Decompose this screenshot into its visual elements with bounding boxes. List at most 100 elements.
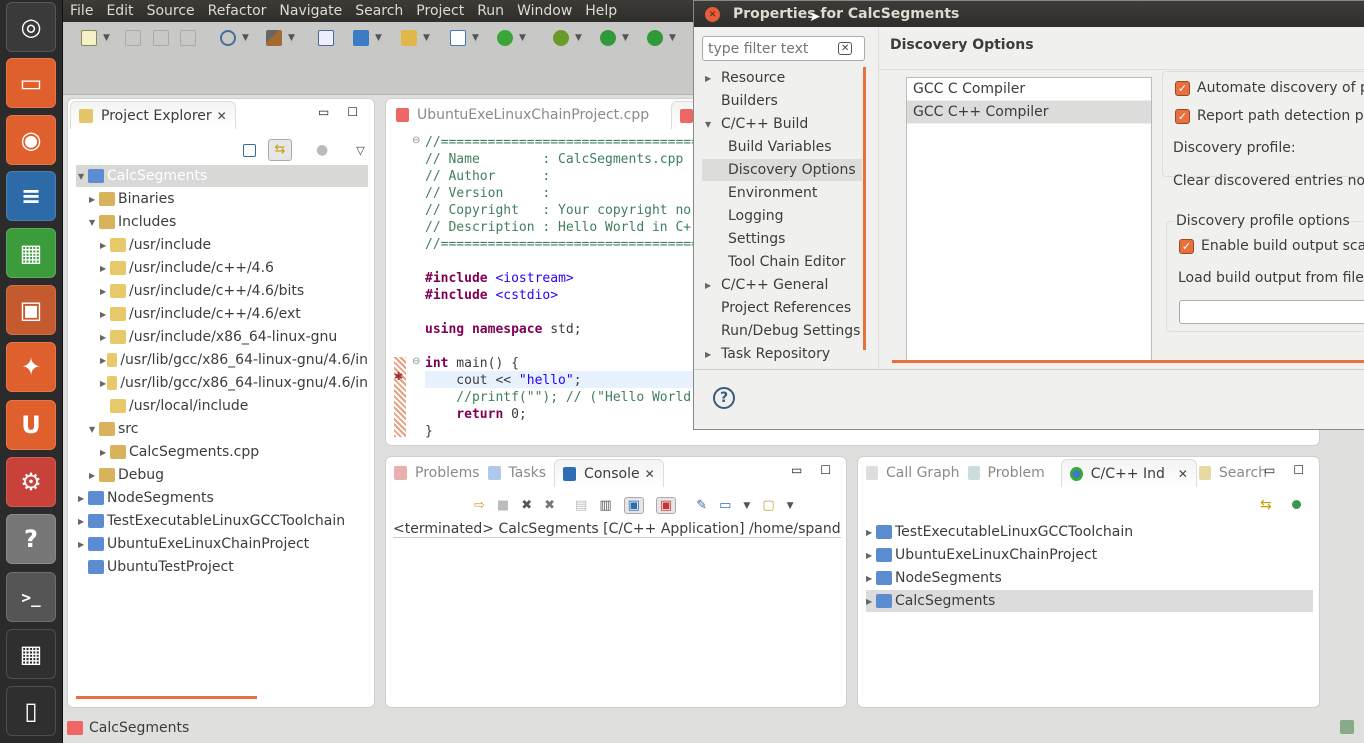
index-tree-item[interactable]: ▶ NodeSegments (866, 567, 1313, 589)
build-button[interactable]: ▼ (266, 28, 295, 48)
filters-icon[interactable]: ● (316, 142, 328, 158)
scroll-lock-icon[interactable]: ▥ (599, 498, 611, 513)
breakpoint-bug-icon[interactable]: ✱ (394, 370, 403, 383)
minimize-icon[interactable]: ▭ (318, 105, 329, 119)
nav-item[interactable]: Discovery Options (702, 159, 862, 181)
nav-item[interactable]: ▶ C/C++ General (702, 274, 862, 296)
launcher-files-icon[interactable]: ▭ (6, 58, 56, 108)
close-icon[interactable]: ✕ (1178, 467, 1188, 481)
automate-discovery-option[interactable]: ✓ Automate discovery of pa (1175, 80, 1364, 96)
build-config-button[interactable]: ▼ (220, 28, 249, 48)
close-icon[interactable]: ✕ (705, 7, 720, 22)
collapse-all-icon[interactable] (243, 143, 256, 157)
dropdown-icon[interactable]: ▼ (787, 501, 794, 511)
maximize-icon[interactable]: ☐ (1293, 463, 1304, 477)
tree-item[interactable]: ▼ CalcSegments (76, 165, 368, 187)
dropdown-icon[interactable]: ▼ (519, 33, 526, 43)
expanded-arrow-icon[interactable]: ▼ (78, 172, 88, 181)
binary-button[interactable] (318, 28, 334, 48)
tree-item[interactable]: ▶ TestExecutableLinuxGCCToolchain (76, 510, 368, 532)
page-scrollbar[interactable] (892, 360, 1364, 363)
index-tree-item[interactable]: ▶ TestExecutableLinuxGCCToolchain (866, 521, 1313, 543)
menu-window[interactable]: Window (510, 3, 578, 19)
filter-input[interactable]: ✕ (702, 36, 865, 61)
launcher-trash-icon[interactable]: ▯ (6, 686, 56, 736)
index-tree-item[interactable]: ▶ UbuntuExeLinuxChainProject (866, 544, 1313, 566)
launch-icon[interactable]: ⇨ (474, 498, 485, 513)
dropdown-icon[interactable]: ▼ (743, 501, 750, 511)
nav-item[interactable]: Environment (702, 182, 862, 204)
nav-item[interactable]: Run/Debug Settings (702, 320, 862, 342)
collapsed-arrow-icon[interactable]: ▶ (78, 494, 88, 503)
nav-item[interactable]: Builders (702, 90, 862, 112)
clear-filter-icon[interactable]: ✕ (838, 42, 853, 55)
launcher-firefox-icon[interactable]: ◉ (6, 115, 56, 165)
remove-all-icon[interactable]: ✖ (544, 498, 555, 513)
clear-console-icon[interactable]: ▤ (575, 498, 587, 513)
checkbox-checked-icon[interactable]: ✓ (1175, 80, 1190, 96)
display-console-icon[interactable]: ▭ (719, 498, 731, 513)
launcher-libreoffice-calc-icon[interactable]: ▦ (6, 228, 56, 278)
tree-item[interactable]: ▼ Includes (76, 211, 368, 233)
tree-item[interactable]: ▶ UbuntuExeLinuxChainProject (76, 533, 368, 555)
launcher-ubuntu-dash-icon[interactable]: ◎ (6, 2, 56, 52)
run-button[interactable]: ▼ (600, 28, 629, 48)
expanded-arrow-icon[interactable]: ▼ (89, 425, 99, 434)
new-cpp-project-button[interactable]: ▼ (353, 28, 382, 48)
launcher-system-settings-icon[interactable]: ⚙ (6, 457, 56, 507)
launcher-ubuntu-one-icon[interactable]: U (6, 400, 56, 450)
collapsed-arrow-icon[interactable]: ▶ (100, 379, 107, 388)
enable-scan-option[interactable]: ✓ Enable build output scan (1179, 238, 1364, 254)
collapsed-arrow-icon[interactable]: ▶ (866, 528, 876, 537)
close-icon[interactable]: ✕ (217, 109, 227, 123)
tree-item[interactable]: /usr/local/include (76, 395, 368, 417)
tree-item[interactable]: ▶ /usr/lib/gcc/x86_64-linux-gnu/4.6/in (76, 372, 368, 394)
print-button[interactable] (180, 28, 196, 48)
tree-item[interactable]: ▶ /usr/include (76, 234, 368, 256)
menu-edit[interactable]: Edit (99, 3, 139, 19)
show-stdout-icon[interactable]: ▣ (623, 497, 644, 514)
collapsed-arrow-icon[interactable]: ▶ (78, 517, 88, 526)
new-button[interactable]: ▼ (81, 28, 110, 48)
dropdown-icon[interactable]: ▼ (103, 33, 110, 43)
report-path-option[interactable]: ✓ Report path detection pr (1175, 108, 1364, 124)
collapsed-arrow-icon[interactable]: ▶ (100, 310, 110, 319)
dropdown-icon[interactable]: ▼ (622, 33, 629, 43)
help-icon[interactable]: ? (713, 387, 735, 409)
tab-tasks[interactable]: Tasks (487, 459, 555, 487)
tree-item[interactable]: ▼ src (76, 418, 368, 440)
nav-item[interactable]: Settings (702, 228, 862, 250)
show-stderr-icon[interactable]: ▣ (655, 497, 677, 514)
compiler-item[interactable]: GCC C Compiler (907, 78, 1151, 101)
dropdown-icon[interactable]: ▼ (472, 33, 479, 43)
new-source-file-button[interactable]: ▼ (450, 28, 479, 48)
collapsed-arrow-icon[interactable]: ▶ (705, 281, 715, 290)
collapsed-arrow-icon[interactable]: ▶ (866, 597, 876, 606)
menu-source[interactable]: Source (140, 3, 201, 19)
menu-file[interactable]: File (63, 3, 99, 19)
nav-item[interactable]: ▼ C/C++ Build (702, 113, 862, 135)
menu-navigate[interactable]: Navigate (272, 3, 348, 19)
new-class-button[interactable]: ▼ (497, 28, 526, 48)
menu-run[interactable]: Run (470, 3, 510, 19)
close-icon[interactable]: ✕ (645, 467, 655, 481)
new-source-folder-button[interactable]: ▼ (401, 28, 430, 48)
maximize-icon[interactable]: ☐ (347, 105, 358, 119)
collapsed-arrow-icon[interactable]: ▶ (705, 350, 715, 359)
collapsed-arrow-icon[interactable]: ▶ (705, 74, 715, 83)
tree-item[interactable]: ▶ /usr/include/c++/4.6/bits (76, 280, 368, 302)
collapsed-arrow-icon[interactable]: ▶ (100, 264, 110, 273)
dropdown-icon[interactable]: ▼ (423, 33, 430, 43)
tree-item[interactable]: ▶ Debug (76, 464, 368, 486)
launcher-libreoffice-writer-icon[interactable]: ≡ (6, 171, 56, 221)
dropdown-icon[interactable]: ▼ (669, 33, 676, 43)
pin-console-icon[interactable]: ✎ (696, 498, 707, 513)
compiler-item[interactable]: GCC C++ Compiler (907, 101, 1151, 124)
dialog-title-bar[interactable]: ✕ Properties for CalcSegments ➤ (694, 1, 1364, 27)
tab-problem[interactable]: Problem (967, 459, 1053, 487)
tree-item[interactable]: ▶ /usr/lib/gcc/x86_64-linux-gnu/4.6/in (76, 349, 368, 371)
checkbox-checked-icon[interactable]: ✓ (1179, 238, 1194, 254)
tab-call-graph[interactable]: Call Graph (858, 459, 968, 487)
launcher-software-center-icon[interactable]: ✦ (6, 342, 56, 392)
filter-text-field[interactable] (708, 40, 838, 57)
